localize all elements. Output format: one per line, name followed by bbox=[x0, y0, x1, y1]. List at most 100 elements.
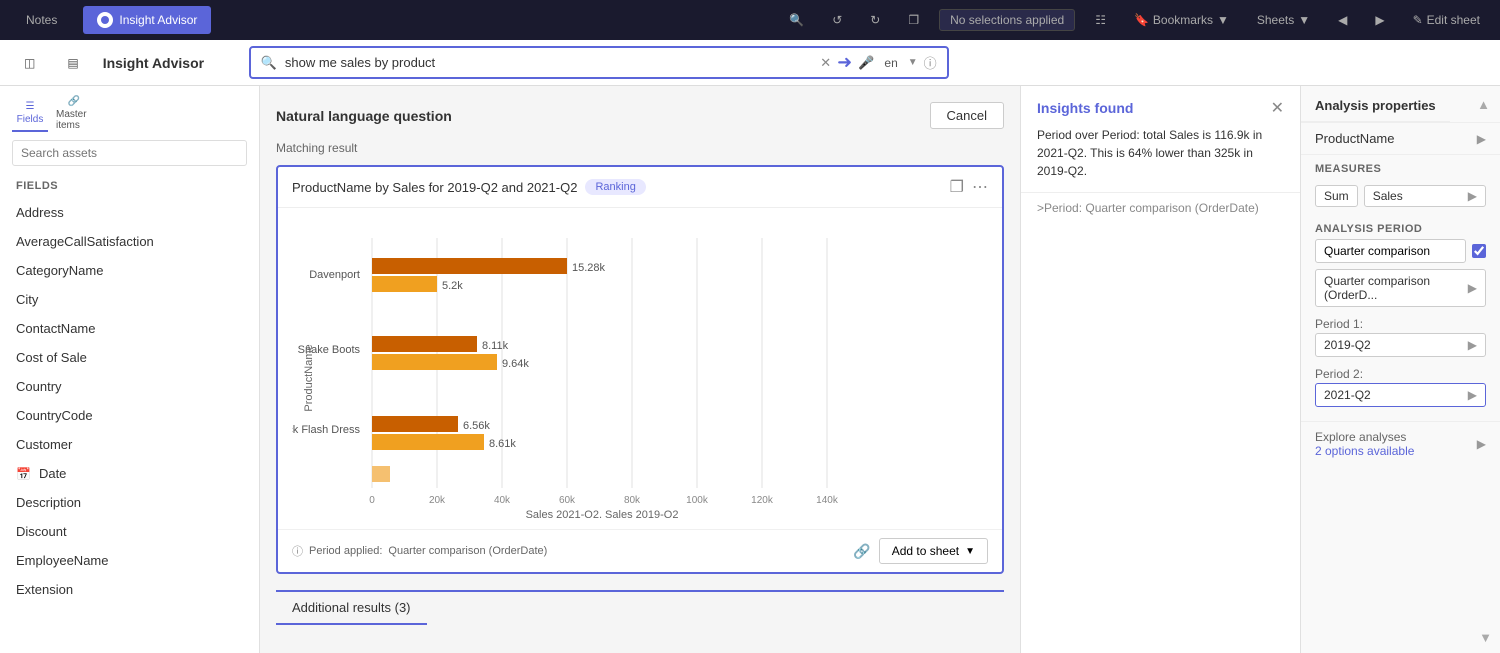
extension-label: Extension bbox=[16, 582, 73, 597]
prev-sheet-btn[interactable]: ◀ bbox=[1330, 9, 1355, 31]
sheets-btn[interactable]: Sheets ▼ bbox=[1249, 9, 1318, 31]
lang-selector[interactable]: en bbox=[880, 54, 901, 72]
sidebar-item-employeename[interactable]: EmployeeName bbox=[0, 546, 259, 575]
measure-sum[interactable]: Sum bbox=[1315, 185, 1358, 207]
magnify-icon: 🔍 bbox=[789, 13, 804, 27]
explore-link[interactable]: 2 options available bbox=[1315, 444, 1414, 458]
bookmark-icon: 🔖 bbox=[1134, 13, 1149, 27]
clear-search-icon[interactable]: ✕ bbox=[820, 55, 831, 71]
sidebar-item-categoryname[interactable]: CategoryName bbox=[0, 256, 259, 285]
measures-section-title: Measures bbox=[1301, 155, 1500, 179]
sidebar-item-date[interactable]: 📅 Date bbox=[0, 459, 259, 488]
toggle-view-btn[interactable]: ▤ bbox=[59, 52, 86, 74]
search-input[interactable] bbox=[285, 55, 812, 70]
page-title: Insight Advisor bbox=[103, 55, 233, 71]
analysis-field-row[interactable]: ProductName ▶ bbox=[1301, 123, 1500, 155]
period2-value: 2021-Q2 bbox=[1324, 388, 1371, 402]
second-bar: ◫ ▤ Insight Advisor 🔍 ✕ ➜ 🎤 en ▼ ⓘ bbox=[0, 40, 1500, 86]
period1-value-row[interactable]: 2019-Q2 ▶ bbox=[1315, 333, 1486, 357]
davenport-bar-2019 bbox=[372, 276, 437, 292]
insights-close-button[interactable]: ✕ bbox=[1271, 98, 1284, 118]
quarter-comparison-select[interactable]: Quarter comparison bbox=[1315, 239, 1466, 263]
link-chart-btn[interactable]: 🔗 bbox=[853, 543, 870, 560]
chart-header: ProductName by Sales for 2019-Q2 and 202… bbox=[278, 167, 1002, 208]
sidebar-item-extension[interactable]: Extension bbox=[0, 575, 259, 604]
period-applied-value: Quarter comparison (OrderDate) bbox=[388, 545, 547, 557]
period2-label: Period 2: bbox=[1315, 363, 1486, 383]
discount-label: Discount bbox=[16, 524, 67, 539]
sidebar-item-countrycode[interactable]: CountryCode bbox=[0, 401, 259, 430]
add-to-sheet-button[interactable]: Add to sheet ▼ bbox=[879, 538, 988, 564]
svg-text:60k: 60k bbox=[559, 495, 576, 506]
sidebar-toggle-icon: ◫ bbox=[24, 56, 35, 70]
view-toggle-icon: ▤ bbox=[67, 56, 78, 70]
next-sheet-btn[interactable]: ▶ bbox=[1367, 9, 1392, 31]
scroll-up-icon[interactable]: ▲ bbox=[1477, 97, 1500, 112]
insights-period[interactable]: >Period: Quarter comparison (OrderDate) bbox=[1021, 193, 1300, 223]
notes-tab[interactable]: Notes bbox=[12, 7, 71, 33]
sheets-chevron-icon: ▼ bbox=[1298, 13, 1310, 27]
svg-text:15.28k: 15.28k bbox=[572, 262, 606, 274]
quarter-comparison-checkbox[interactable] bbox=[1472, 244, 1486, 258]
mic-icon[interactable]: 🎤 bbox=[858, 55, 874, 71]
field-chevron-icon: ▶ bbox=[1477, 132, 1486, 146]
redo-btn[interactable]: ↻ bbox=[862, 9, 888, 31]
sidebar-item-description[interactable]: Description bbox=[0, 488, 259, 517]
insights-panel: Insights found ✕ Period over Period: tot… bbox=[1020, 86, 1300, 653]
edit-sheet-btn[interactable]: ✎ Edit sheet bbox=[1405, 9, 1488, 31]
averagecallsatisfaction-label: AverageCallSatisfaction bbox=[16, 234, 154, 249]
info-circle-icon: ⓘ bbox=[292, 543, 303, 559]
explore-title: Explore analyses bbox=[1315, 430, 1414, 444]
chart-period-info: ⓘ Period applied: Quarter comparison (Or… bbox=[292, 543, 547, 559]
expand-chart-btn[interactable]: ❐ bbox=[950, 177, 964, 197]
sidebar-search-wrapper bbox=[0, 132, 259, 174]
svg-text:20k: 20k bbox=[429, 495, 446, 506]
cancel-button[interactable]: Cancel bbox=[930, 102, 1004, 129]
bookmarks-btn[interactable]: 🔖 Bookmarks ▼ bbox=[1126, 9, 1237, 31]
grid-view-btn[interactable]: ☷ bbox=[1087, 9, 1114, 31]
additional-results-tab[interactable]: Additional results (3) bbox=[276, 592, 427, 625]
quarter-comparison-detail[interactable]: Quarter comparison (OrderD... ▶ bbox=[1315, 269, 1486, 307]
fields-tab[interactable]: ☰ Fields bbox=[12, 96, 48, 132]
undo-btn[interactable]: ↺ bbox=[824, 9, 850, 31]
sidebar-search-input[interactable] bbox=[12, 140, 247, 166]
insight-advisor-tab[interactable]: Insight Advisor bbox=[83, 6, 211, 34]
period-applied-label: Period applied: bbox=[309, 545, 382, 557]
period1-value: 2019-Q2 bbox=[1324, 338, 1371, 352]
sidebar-item-discount[interactable]: Discount bbox=[0, 517, 259, 546]
analysis-period-section: Analysis period Quarter comparison Quart… bbox=[1301, 215, 1500, 421]
info-icon[interactable]: ⓘ bbox=[924, 53, 937, 72]
matching-result-label: Matching result bbox=[276, 141, 1004, 155]
sidebar-item-country[interactable]: Country bbox=[0, 372, 259, 401]
calendar-icon: 📅 bbox=[16, 467, 31, 481]
measure-sales[interactable]: Sales ▶ bbox=[1364, 185, 1486, 207]
sidebar-item-city[interactable]: City bbox=[0, 285, 259, 314]
search-bar[interactable]: 🔍 ✕ ➜ 🎤 en ▼ ⓘ bbox=[249, 46, 949, 79]
lang-chevron-icon: ▼ bbox=[908, 57, 918, 68]
toggle-sidebar-btn[interactable]: ◫ bbox=[16, 52, 43, 74]
categoryname-label: CategoryName bbox=[16, 263, 103, 278]
period2-value-row[interactable]: 2021-Q2 ▶ bbox=[1315, 383, 1486, 407]
master-items-tab[interactable]: 🔗 Master items bbox=[56, 96, 92, 132]
jjfd-bar-2021 bbox=[372, 416, 458, 432]
sidebar-item-averagecallsatisfaction[interactable]: AverageCallSatisfaction bbox=[0, 227, 259, 256]
explore-chevron-icon[interactable]: ▶ bbox=[1477, 437, 1486, 451]
chart-menu-btn[interactable]: ⋯ bbox=[972, 177, 988, 197]
scroll-down-icon[interactable]: ▼ bbox=[1479, 630, 1492, 645]
sidebar-item-customer[interactable]: Customer bbox=[0, 430, 259, 459]
main-content: ☰ Fields 🔗 Master items Fields Address A… bbox=[0, 86, 1500, 653]
contactname-label: ContactName bbox=[16, 321, 95, 336]
center-panel: Natural language question Cancel Matchin… bbox=[260, 86, 1020, 653]
svg-text:80k: 80k bbox=[624, 495, 641, 506]
magnify-btn[interactable]: 🔍 bbox=[781, 9, 812, 31]
jjfd-bar-2019 bbox=[372, 434, 484, 450]
period-select-row: Quarter comparison bbox=[1315, 239, 1486, 263]
sidebar-item-costofsale[interactable]: Cost of Sale bbox=[0, 343, 259, 372]
smartchart-btn[interactable]: ❐ bbox=[900, 9, 927, 31]
period1-label: Period 1: bbox=[1315, 313, 1486, 333]
grid-icon: ☷ bbox=[1095, 13, 1106, 27]
sidebar-item-address[interactable]: Address bbox=[0, 198, 259, 227]
sidebar-item-contactname[interactable]: ContactName bbox=[0, 314, 259, 343]
date-label: Date bbox=[39, 466, 66, 481]
submit-search-icon[interactable]: ➜ bbox=[837, 52, 852, 73]
